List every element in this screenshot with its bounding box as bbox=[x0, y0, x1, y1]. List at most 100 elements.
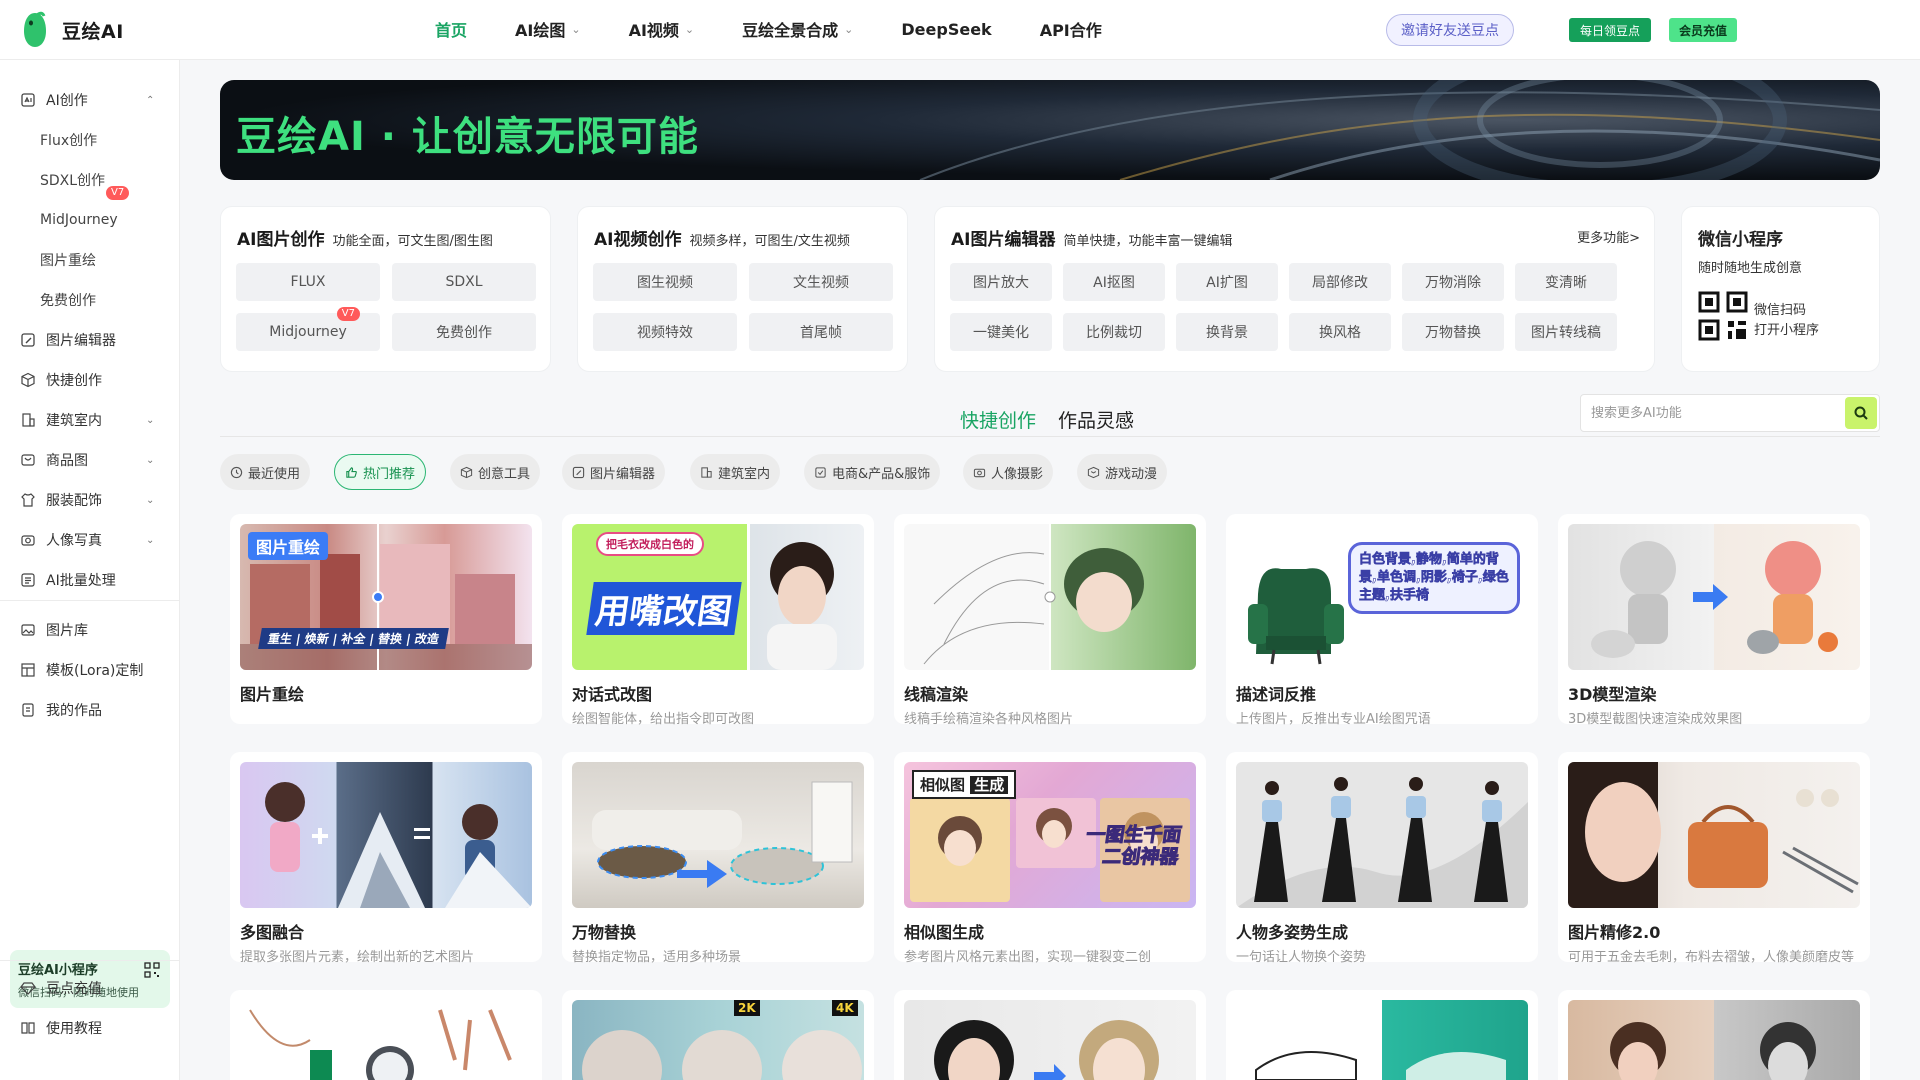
sidebar-item-recharge[interactable]: 豆点充值 bbox=[20, 976, 102, 1000]
sidebar-sub-sdxl[interactable]: SDXL创作 bbox=[40, 168, 105, 192]
tool-card-bw-colorize[interactable] bbox=[1558, 990, 1870, 1080]
nav-home[interactable]: 首页 bbox=[435, 17, 467, 41]
filter-game-anime[interactable]: 游戏动漫 bbox=[1077, 454, 1168, 490]
card-wechat-mini-program[interactable]: 微信小程序 随时随地生成创意 微信扫码 打开小程序 bbox=[1681, 206, 1880, 372]
editor-inpaint-button[interactable]: 局部修改 bbox=[1289, 263, 1391, 301]
sidebar-item-image-editor[interactable]: 图片编辑器 bbox=[20, 328, 116, 352]
sidebar-item-my-works[interactable]: 我的作品 bbox=[20, 698, 102, 722]
sdxl-button[interactable]: SDXL bbox=[392, 263, 536, 301]
image-to-video-button[interactable]: 图生视频 bbox=[593, 263, 737, 301]
sidebar-sub-free[interactable]: 免费创作 bbox=[40, 288, 96, 312]
sidebar-item-quick-create[interactable]: 快捷创作 bbox=[20, 368, 102, 392]
nav-panorama[interactable]: 豆绘全景合成 ⌄ bbox=[742, 17, 853, 41]
search-button[interactable] bbox=[1845, 397, 1877, 429]
sidebar-divider bbox=[0, 960, 180, 961]
tab-quick-create[interactable]: 快捷创作 bbox=[960, 406, 1036, 433]
filter-recent[interactable]: 最近使用 bbox=[220, 454, 311, 490]
sidebar-item-ai-create[interactable]: AI创作 ⌃ bbox=[20, 88, 154, 112]
nav-deepseek[interactable]: DeepSeek bbox=[901, 20, 991, 39]
building-icon bbox=[20, 412, 36, 428]
search-input[interactable] bbox=[1591, 395, 1831, 431]
brand-logo[interactable]: 豆绘AI bbox=[20, 11, 124, 49]
tool-card-multi-fusion[interactable]: 多图融合 提取多张图片元素，绘制出新的艺术图片 bbox=[230, 752, 542, 965]
editor-expand-button[interactable]: AI扩图 bbox=[1176, 263, 1278, 301]
daily-points-button[interactable]: 每日领豆点 bbox=[1569, 18, 1651, 42]
tool-card-retouch[interactable]: 图片精修2.0 可用于五金去毛刺，布料去褶皱，人像美颜磨皮等 bbox=[1558, 752, 1870, 965]
tool-image-portrait-style bbox=[904, 1000, 1196, 1080]
filter-ecommerce[interactable]: 电商&产品&服饰 bbox=[804, 454, 941, 490]
sidebar-item-batch[interactable]: AI批量处理 bbox=[20, 568, 116, 592]
tool-card-upscale-2k4k[interactable]: 2K 4K bbox=[562, 990, 874, 1080]
filter-image-editor[interactable]: 图片编辑器 bbox=[562, 454, 666, 490]
tool-card-multi-pose[interactable]: 人物多姿势生成 一句话让人物换个姿势 bbox=[1226, 752, 1538, 965]
tool-card-shoe[interactable] bbox=[1226, 990, 1538, 1080]
tool-image-multi-pose bbox=[1236, 762, 1528, 908]
tool-card-3d-render[interactable]: 3D模型渲染 3D模型截图快速渲染成效果图 bbox=[1558, 514, 1870, 727]
nav-api[interactable]: API合作 bbox=[1040, 17, 1102, 41]
hero-banner[interactable]: 豆绘AI · 让创意无限可能 bbox=[220, 80, 1880, 180]
nav-ai-video[interactable]: AI视频 ⌄ bbox=[629, 17, 695, 41]
editor-beautify-button[interactable]: 一键美化 bbox=[950, 313, 1052, 351]
nav-ai-drawing[interactable]: AI绘图 ⌄ bbox=[515, 17, 581, 41]
editor-cutout-button[interactable]: AI抠图 bbox=[1063, 263, 1165, 301]
editor-sharpen-button[interactable]: 变清晰 bbox=[1515, 263, 1617, 301]
tool-desc: 一句话让人物换个姿势 bbox=[1236, 950, 1367, 965]
tool-card-redraw[interactable]: 图片重绘 重生 | 焕新 | 补全 | 替换 | 改造 图片重绘 bbox=[230, 514, 542, 724]
tool-big-caption: 用嘴改图 bbox=[586, 582, 742, 635]
sidebar-item-gallery[interactable]: 图片库 bbox=[20, 618, 88, 642]
tool-card-portrait-style[interactable] bbox=[894, 990, 1206, 1080]
sidebar-divider bbox=[0, 600, 180, 601]
filter-creative-tools[interactable]: 创意工具 bbox=[450, 454, 541, 490]
tool-title: 3D模型渲染 bbox=[1568, 685, 1657, 704]
filter-hot[interactable]: 热门推荐 bbox=[334, 454, 427, 490]
sidebar-item-apparel[interactable]: 服装配饰 ⌄ bbox=[20, 488, 154, 512]
editor-upscale-button[interactable]: 图片放大 bbox=[950, 263, 1052, 301]
editor-lineart-button[interactable]: 图片转线稿 bbox=[1515, 313, 1617, 351]
sidebar-item-architecture[interactable]: 建筑室内 ⌄ bbox=[20, 408, 154, 432]
free-create-button[interactable]: 免费创作 bbox=[392, 313, 536, 351]
sidebar-sub-redraw[interactable]: 图片重绘 bbox=[40, 248, 96, 272]
editor-crop-button[interactable]: 比例裁切 bbox=[1063, 313, 1165, 351]
sidebar-item-product[interactable]: 商品图 ⌄ bbox=[20, 448, 154, 472]
tool-image-prompt-reverse: 白色背景,静物,简单的背景,单色调,阴影,椅子,绿色主题,扶手椅 bbox=[1236, 524, 1528, 670]
search-icon bbox=[1854, 406, 1868, 420]
editor-bg-swap-button[interactable]: 换背景 bbox=[1176, 313, 1278, 351]
tool-big-caption: 一图生千面 二创神器 bbox=[1084, 824, 1184, 869]
more-features-link[interactable]: 更多功能> bbox=[1577, 227, 1640, 246]
tool-image-jewelry bbox=[240, 1000, 532, 1080]
tool-card-lineart-render[interactable]: 线稿渲染 线稿手绘稿渲染各种风格图片 bbox=[894, 514, 1206, 727]
tool-card-similar[interactable]: 相似图 生成 一图生千面 二创神器 相似图生成 参考图片风格元素出图，实现一键裂… bbox=[894, 752, 1206, 965]
text-to-video-button[interactable]: 文生视频 bbox=[749, 263, 893, 301]
invite-friends-button[interactable]: 邀请好友送豆点 bbox=[1386, 14, 1514, 46]
bean-logo-icon bbox=[20, 11, 50, 49]
flux-button[interactable]: FLUX bbox=[236, 263, 380, 301]
tool-title: 多图融合 bbox=[240, 923, 305, 942]
tool-image-upscale: 2K 4K bbox=[572, 1000, 864, 1080]
video-effects-button[interactable]: 视频特效 bbox=[593, 313, 737, 351]
camera-icon bbox=[20, 532, 36, 548]
sidebar-item-tutorial[interactable]: 使用教程 bbox=[20, 1016, 102, 1040]
tool-image-multi-fusion bbox=[240, 762, 532, 908]
filter-architecture[interactable]: 建筑室内 bbox=[690, 454, 781, 490]
search-box bbox=[1580, 394, 1880, 432]
filter-portrait[interactable]: 人像摄影 bbox=[963, 454, 1054, 490]
chevron-down-icon: ⌄ bbox=[146, 494, 155, 506]
chevron-down-icon: ⌄ bbox=[146, 454, 155, 466]
sidebar-sub-flux[interactable]: Flux创作 bbox=[40, 128, 97, 152]
tab-inspiration[interactable]: 作品灵感 bbox=[1058, 406, 1134, 433]
v7-badge: V7 bbox=[336, 307, 360, 321]
sidebar-item-portrait[interactable]: 人像写真 ⌄ bbox=[20, 528, 154, 552]
tool-card-prompt-reverse[interactable]: 白色背景,静物,简单的背景,单色调,阴影,椅子,绿色主题,扶手椅 描述词反推 上… bbox=[1226, 514, 1538, 727]
tool-card-replace[interactable]: 万物替换 替换指定物品，适用多种场景 bbox=[562, 752, 874, 965]
editor-erase-button[interactable]: 万物消除 bbox=[1402, 263, 1504, 301]
first-last-frame-button[interactable]: 首尾帧 bbox=[749, 313, 893, 351]
editor-replace-button[interactable]: 万物替换 bbox=[1402, 313, 1504, 351]
vip-recharge-button[interactable]: 会员充值 bbox=[1669, 18, 1737, 42]
qr-code-icon bbox=[144, 962, 160, 978]
midjourney-button[interactable]: Midjourney V7 bbox=[236, 307, 380, 351]
sidebar-item-template[interactable]: 模板(Lora)定制 bbox=[20, 658, 143, 682]
sidebar-sub-midjourney[interactable]: MidJourney bbox=[40, 208, 118, 232]
tool-card-chat-edit[interactable]: 把毛衣改成白色的 用嘴改图 对话式改图 绘图智能体，给出指令即可改图 bbox=[562, 514, 874, 727]
editor-style-swap-button[interactable]: 换风格 bbox=[1289, 313, 1391, 351]
tool-card-jewelry[interactable] bbox=[230, 990, 542, 1080]
